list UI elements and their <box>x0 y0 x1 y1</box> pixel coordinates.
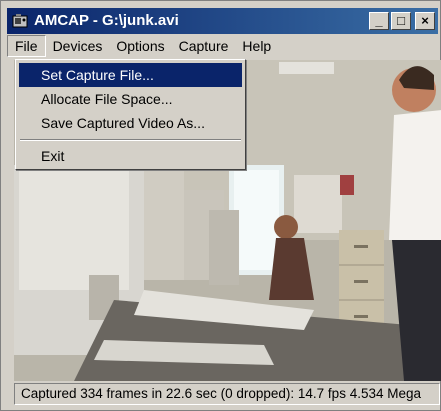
maximize-button[interactable]: □ <box>391 12 411 30</box>
amcap-app-icon[interactable] <box>12 13 28 29</box>
status-bar: Captured 334 frames in 22.6 sec (0 dropp… <box>14 383 440 405</box>
amcap-window: AMCAP - G:\junk.avi _ □ × File Devices O… <box>0 0 441 411</box>
title-bar[interactable]: AMCAP - G:\junk.avi _ □ × <box>7 8 438 34</box>
menu-file[interactable]: File <box>7 35 46 57</box>
close-button[interactable]: × <box>415 12 435 30</box>
menu-devices[interactable]: Devices <box>46 35 110 57</box>
menu-item-set-capture-file[interactable]: Set Capture File... <box>19 63 242 87</box>
menu-options[interactable]: Options <box>109 35 171 57</box>
caption-buttons: _ □ × <box>369 12 435 30</box>
menu-separator <box>20 139 241 141</box>
menu-item-allocate-file-space[interactable]: Allocate File Space... <box>19 87 242 111</box>
menu-capture[interactable]: Capture <box>172 35 236 57</box>
menu-bar: File Devices Options Capture Help <box>7 35 438 57</box>
menu-help[interactable]: Help <box>235 35 278 57</box>
menu-item-exit[interactable]: Exit <box>19 144 242 168</box>
minimize-button[interactable]: _ <box>369 12 389 30</box>
menu-item-save-captured-video-as[interactable]: Save Captured Video As... <box>19 111 242 135</box>
file-menu-dropdown: Set Capture File... Allocate File Space.… <box>15 59 246 170</box>
window-title: AMCAP - G:\junk.avi <box>34 12 179 29</box>
